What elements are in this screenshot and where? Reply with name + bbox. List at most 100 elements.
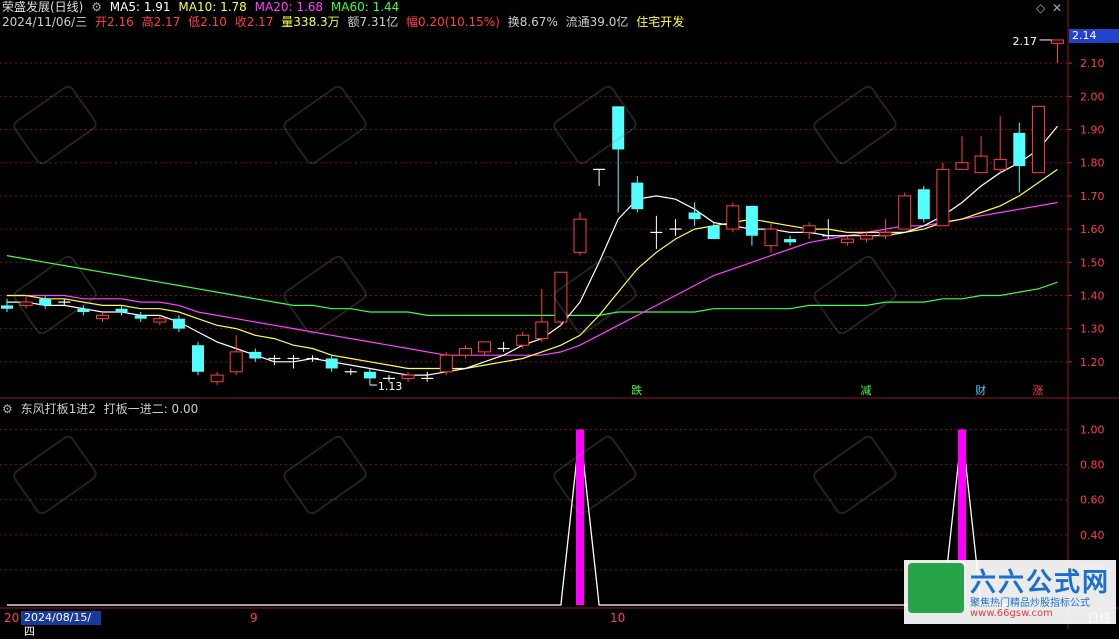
axis-label-left: 20	[4, 611, 20, 625]
candle-body[interactable]	[363, 371, 376, 379]
candle-body[interactable]	[840, 238, 854, 243]
y-tick-label: 1.30	[1080, 323, 1105, 336]
candle-body[interactable]	[726, 205, 740, 230]
quote-volume: 量338.3万	[281, 15, 340, 29]
candle-body[interactable]	[153, 318, 167, 323]
quote-high: 高2.17	[141, 15, 181, 29]
event-marker[interactable]: 跌	[631, 383, 642, 397]
candle-body[interactable]	[631, 182, 644, 210]
candle-body[interactable]	[1051, 39, 1064, 44]
candle-body[interactable]	[917, 189, 930, 220]
quote-sector: 住宅开发	[636, 15, 685, 29]
quote-date: 2024/11/06/三	[2, 15, 88, 29]
indicator-header: ⚙ 东风打板1进2 打板一进二: 0.00	[2, 402, 202, 416]
candle-body[interactable]	[974, 155, 988, 174]
candle-body[interactable]	[210, 374, 224, 383]
logo-subtitle: 聚焦热门精品炒股指标公式	[970, 598, 1090, 609]
candle-body[interactable]	[955, 162, 969, 170]
candle-body[interactable]	[96, 314, 109, 320]
indicator-tick-label: 0.40	[1080, 529, 1105, 542]
y-tick-label: 1.40	[1080, 289, 1105, 302]
quote-amount: 额7.31亿	[347, 15, 399, 29]
candle-body[interactable]	[192, 345, 204, 372]
quote-float: 流通39.0亿	[565, 15, 629, 29]
candle-body[interactable]	[439, 354, 453, 373]
axis-month-10: 10	[610, 611, 626, 625]
quote-change: 幅0.20(10.15%)	[406, 15, 500, 29]
ma60-label: MA60: 1.44	[330, 0, 400, 14]
y-tick-label: 1.20	[1080, 356, 1105, 369]
indicator-line	[7, 429, 1058, 606]
quote-close: 收2.17	[234, 15, 274, 29]
stock-name: 荣盛发展(日线)	[2, 0, 84, 14]
y-tick-label: 1.50	[1080, 256, 1105, 269]
candle-body[interactable]	[249, 351, 262, 359]
candle-body[interactable]	[458, 348, 472, 356]
quote-turnover: 换8.67%	[507, 15, 558, 29]
candle-body[interactable]	[134, 315, 147, 319]
indicator-tick-label: 1.00	[1080, 424, 1105, 437]
candle-body[interactable]	[516, 334, 530, 346]
settings-icon[interactable]: ⚙	[91, 0, 102, 14]
quote-open: 开2.16	[95, 15, 134, 29]
candle-body[interactable]	[325, 358, 338, 369]
candle-body[interactable]	[229, 351, 243, 373]
main-header: 荣盛发展(日线) ⚙ MA5: 1.91 MA10: 1.78 MA20: 1.…	[2, 0, 403, 14]
watermark-icon	[553, 435, 637, 515]
candle-body[interactable]	[860, 235, 873, 240]
candle-body[interactable]	[784, 239, 797, 243]
candle-body[interactable]	[688, 212, 701, 220]
y-tick-label: 2.00	[1080, 90, 1105, 103]
ma60-line	[6, 255, 1058, 316]
candle-body[interactable]	[172, 318, 185, 329]
y-tick-label: 1.90	[1080, 124, 1105, 137]
diamond-icon[interactable]: ◇	[1036, 1, 1045, 15]
candle-body[interactable]	[401, 374, 415, 379]
candle-body[interactable]	[745, 205, 758, 236]
event-marker[interactable]: 减	[861, 384, 872, 397]
candle-body[interactable]	[19, 301, 33, 306]
candle-body[interactable]	[115, 308, 128, 313]
cursor-date-label: 2024/08/15/四	[21, 611, 101, 638]
candle-body[interactable]	[879, 231, 893, 237]
candle-body[interactable]	[707, 225, 720, 240]
ma10-label: MA10: 1.78	[178, 0, 247, 14]
watermark-icon	[813, 435, 897, 515]
candle-body[interactable]	[478, 341, 491, 353]
event-marker[interactable]: 涨	[1032, 384, 1043, 397]
quote-line: 2024/11/06/三 开2.16 高2.17 低2.10 收2.17 量33…	[2, 15, 688, 29]
candle-body[interactable]	[802, 225, 816, 233]
kline-chart[interactable]: 1.20 1.30 1.40 1.50 1.60 1.70 1.80 1.90 2.00 2.10…	[0, 0, 1119, 629]
candle-body[interactable]	[1, 305, 13, 309]
close-icon[interactable]: ✕	[1052, 1, 1062, 15]
y-tick-label: 1.60	[1080, 223, 1105, 236]
indicator-value: 打板一进二: 0.00	[103, 402, 199, 416]
ma5-label: MA5: 1.91	[109, 0, 171, 14]
watermark-icon	[283, 435, 367, 515]
y-tick-label: 1.70	[1080, 190, 1105, 203]
indicator-tick-label: 0.60	[1080, 494, 1105, 507]
candle-body[interactable]	[573, 218, 587, 253]
high-annotation: 2.17	[1013, 35, 1038, 48]
axis-month-9: 9	[250, 611, 258, 625]
y-tick-label: 1.80	[1080, 157, 1105, 170]
candle-body[interactable]	[936, 168, 950, 227]
logo-url: www.66gsw.com	[970, 608, 1053, 619]
candle-body[interactable]	[898, 195, 912, 230]
ma20-label: MA20: 1.68	[254, 0, 324, 14]
candle-body[interactable]	[39, 298, 52, 306]
quote-low: 低2.10	[188, 15, 227, 29]
watermark-icon	[13, 435, 97, 515]
y-tick-label: 2.10	[1080, 57, 1105, 70]
site-logo: 六六公式网 聚焦热门精品炒股指标公式 www.66gsw.com	[904, 560, 1116, 624]
candle-body[interactable]	[764, 228, 778, 247]
candle-body[interactable]	[1013, 132, 1026, 167]
candle-body[interactable]	[1031, 105, 1045, 174]
indicator-tick-label: 0.80	[1080, 459, 1105, 472]
logo-mark-icon	[908, 563, 964, 613]
event-marker[interactable]: 财	[975, 383, 986, 397]
indicator-toggle-icon[interactable]: ⚙	[2, 402, 13, 416]
candle-body[interactable]	[535, 321, 549, 340]
indicator-name: 东风打板1进2	[20, 402, 96, 416]
candle-body[interactable]	[993, 158, 1007, 170]
